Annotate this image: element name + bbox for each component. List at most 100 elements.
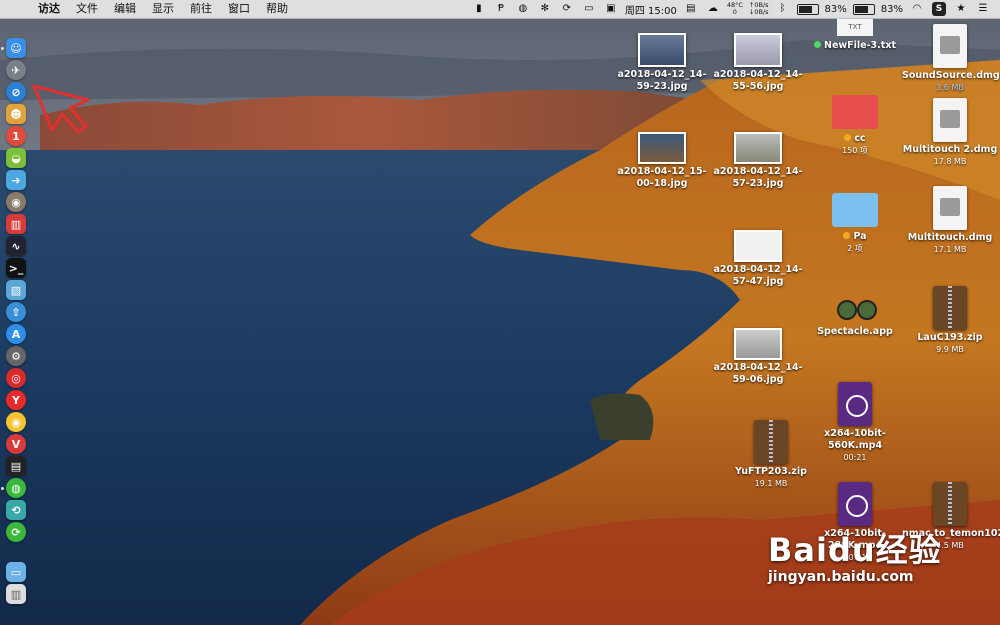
desktop-dmg-file[interactable]: Multitouch 2.dmg 17.8 MB (902, 98, 998, 168)
finder-icon[interactable]: ☺ (6, 38, 26, 58)
desktop-zip-file[interactable]: LauC193.zip 9.9 MB (902, 286, 998, 356)
battery-level-2 (854, 5, 869, 13)
zip-file-icon (754, 420, 788, 464)
launchpad-icon[interactable]: ✈ (6, 60, 26, 80)
yandex-icon[interactable]: Y (6, 390, 26, 410)
sync-status-icon[interactable]: ⟳ (560, 2, 574, 16)
menu-edit[interactable]: 编辑 (106, 0, 144, 18)
txt-file-icon: TXT (837, 18, 873, 36)
calendar-icon[interactable]: 1 (6, 126, 26, 146)
wechat-icon[interactable]: ◍ (6, 478, 26, 498)
file-label: YuFTP203.zip (735, 466, 807, 477)
bluetooth-icon[interactable]: ᛒ (776, 2, 790, 16)
image-thumbnail (734, 328, 782, 360)
desktop-folder-pa[interactable]: Pa 2 项 (820, 193, 890, 255)
file-size: 3.6 MB (936, 83, 964, 92)
desktop-video-file[interactable]: x264-10bit-560K.mp4 00:21 (806, 382, 904, 464)
watermark-logo-text: Baidu经验 (768, 531, 942, 569)
desktop-dmg-file[interactable]: Multitouch.dmg 17.1 MB (902, 186, 998, 256)
disk-icon[interactable]: ◉ (6, 192, 26, 212)
system-preferences-icon[interactable]: ⚙ (6, 346, 26, 366)
running-indicator (1, 47, 4, 50)
zip-file-icon (933, 286, 967, 330)
folder-icon[interactable]: ▭ (6, 562, 26, 582)
network-readout[interactable]: ↑0B/s ↓0B/s (749, 2, 769, 16)
terminal-icon[interactable]: >_ (6, 258, 26, 278)
notes-status-icon[interactable]: ▤ (684, 2, 698, 16)
dmg-file-icon (933, 24, 967, 68)
desktop-dmg-file[interactable]: SoundSource.dmg 3.6 MB (902, 24, 1000, 94)
desktop-image-file[interactable]: a2018-04-12_14-55-56.jpg (711, 33, 805, 93)
migration-icon[interactable]: ➜ (6, 170, 26, 190)
upload-icon[interactable]: ⇧ (6, 302, 26, 322)
watermark-url: jingyan.baidu.com (768, 569, 914, 585)
netease-music-icon[interactable]: ◎ (6, 368, 26, 388)
menu-view[interactable]: 显示 (144, 0, 182, 18)
desktop-image-file[interactable]: a2018-04-12_14-57-47.jpg (711, 230, 805, 288)
temperature-readout[interactable]: 48°C 0 (727, 2, 743, 16)
bookmark-status-icon[interactable]: ▮ (472, 2, 486, 16)
preview-icon[interactable]: ▧ (6, 280, 26, 300)
display-status-icon[interactable]: ▭ (582, 2, 596, 16)
clock-text[interactable]: 周四 15:00 (625, 2, 677, 17)
file-size: 17.1 MB (933, 245, 967, 254)
orange-tag-icon (844, 134, 852, 141)
dmg-file-icon (933, 186, 967, 230)
file-label: NewFile-3.txt (812, 40, 898, 52)
photo-sync-icon[interactable]: ⟲ (6, 500, 26, 520)
android-icon[interactable]: ◒ (6, 148, 26, 168)
image-thumbnail (734, 33, 782, 67)
video-file-icon (838, 482, 872, 526)
desktop-image-file[interactable]: a2018-04-12_14-59-06.jpg (711, 328, 805, 386)
file-name: NewFile-3.txt (824, 40, 896, 51)
chrome-icon[interactable]: ◉ (6, 412, 26, 432)
trash-icon[interactable]: ▥ (6, 584, 26, 604)
screen-status-icon[interactable]: ▣ (604, 2, 618, 16)
activity-monitor-icon[interactable]: ∿ (6, 236, 26, 256)
star-status-icon[interactable]: ★ (954, 2, 968, 16)
desktop-text-file[interactable]: TXT NewFile-3.txt (812, 18, 898, 52)
battery-percent-2[interactable]: 83% (881, 4, 903, 15)
console-icon[interactable]: ▤ (6, 456, 26, 476)
cpu-status-icon[interactable]: ☁ (706, 2, 720, 16)
list-status-icon[interactable]: ☰ (976, 2, 990, 16)
fan-value: 0 (732, 8, 737, 16)
video-duration: 00:21 (843, 453, 867, 462)
menu-file[interactable]: 文件 (68, 0, 106, 18)
file-label: x264-10bit-560K.mp4 (824, 428, 886, 451)
dock: ☺ ✈ ⊘ ☻ 1 ◒ ➜ ◉ ▥ ∿ >_ ▧ ⇧ A ⚙ ◎ Y ◉ V ▤… (0, 34, 30, 614)
file-label: a2018-04-12_15-00-18.jpg (617, 166, 707, 189)
wifi-icon[interactable]: ◠ (910, 2, 924, 16)
desktop-zip-file[interactable]: YuFTP203.zip 19.1 MB (724, 420, 818, 490)
vpn-status-icon[interactable]: ✻ (538, 2, 552, 16)
file-size: 9.9 MB (936, 345, 964, 354)
file-label: LauC193.zip (917, 332, 983, 343)
menu-window[interactable]: 窗口 (220, 0, 258, 18)
desktop-app-spectacle[interactable]: Spectacle.app (812, 290, 898, 338)
battery-icon-2[interactable] (852, 3, 875, 15)
battery-percent-1[interactable]: 83% (825, 4, 847, 15)
file-label: a2018-04-12_14-57-47.jpg (713, 264, 803, 287)
vivaldi-icon[interactable]: V (6, 434, 26, 454)
file-label: a2018-04-12_14-57-23.jpg (713, 166, 803, 189)
menu-go[interactable]: 前往 (182, 0, 220, 18)
s-app-status-icon[interactable]: S (932, 2, 946, 16)
desktop-image-file[interactable]: a2018-04-12_14-57-23.jpg (711, 132, 805, 190)
istat-icon[interactable]: ▥ (6, 214, 26, 234)
menu-help[interactable]: 帮助 (258, 0, 296, 18)
battery-icon[interactable] (796, 3, 819, 15)
red-folder-icon (832, 95, 878, 129)
sync-icon[interactable]: ⟳ (6, 522, 26, 542)
wechat-status-icon[interactable]: ◍ (516, 2, 530, 16)
file-label: Multitouch 2.dmg (902, 144, 998, 155)
contacts-icon[interactable]: ☻ (6, 104, 26, 124)
desktop-image-file[interactable]: a2018-04-12_14-59-23.jpg (615, 33, 709, 93)
desktop-image-file[interactable]: a2018-04-12_15-00-18.jpg (615, 132, 709, 190)
app-store-icon[interactable]: A (6, 324, 26, 344)
file-label: a2018-04-12_14-59-06.jpg (713, 362, 803, 385)
p-status-icon[interactable]: Ᵽ (494, 2, 508, 16)
desktop-folder-cc[interactable]: cc 150 项 (820, 95, 890, 157)
menu-finder[interactable]: 访达 (30, 0, 68, 18)
safari-icon[interactable]: ⊘ (6, 82, 26, 102)
file-label: Multitouch.dmg (907, 232, 993, 243)
